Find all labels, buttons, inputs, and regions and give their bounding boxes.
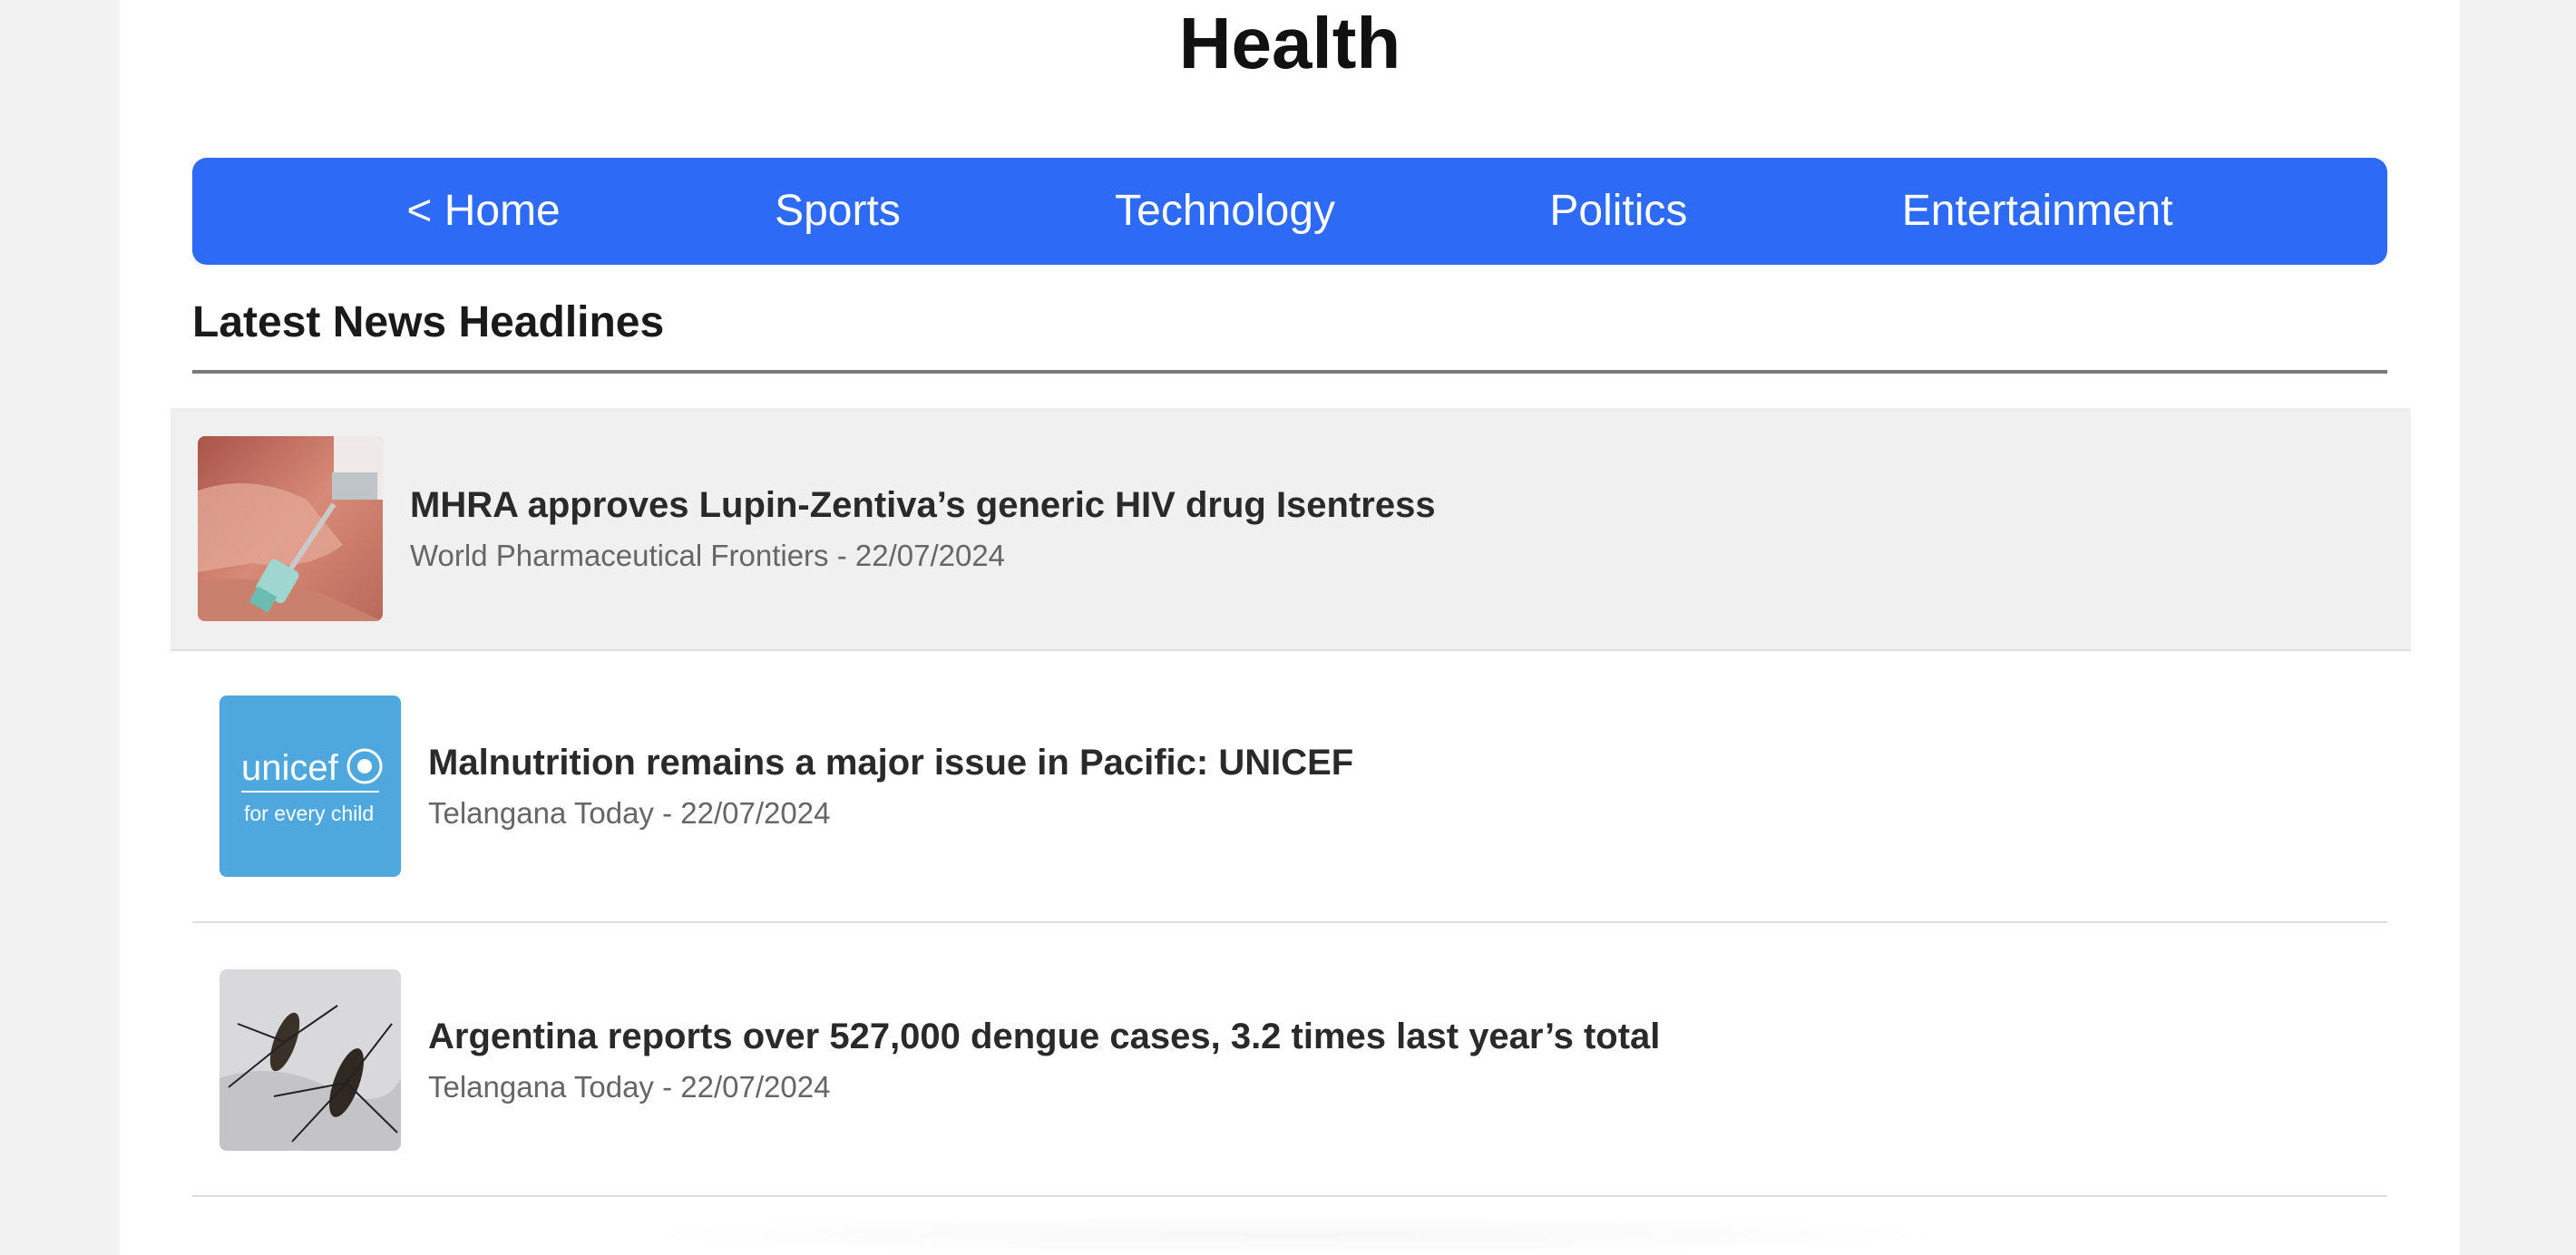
news-meta: Telangana Today - 22/07/2024	[428, 796, 831, 830]
news-thumbnail-syringe[interactable]	[198, 436, 383, 621]
nav-item-entertainment[interactable]: Entertainment	[1902, 184, 2173, 238]
category-nav: < Home Sports Technology Politics Entert…	[192, 158, 2387, 265]
unicef-logo-text: unicef	[241, 748, 339, 788]
news-text: Malnutrition remains a major issue in Pa…	[428, 739, 1353, 833]
news-headline[interactable]: Malnutrition remains a major issue in Pa…	[428, 739, 1353, 786]
news-item[interactable]: MHRA approves Lupin-Zentiva’s generic HI…	[171, 408, 2411, 651]
unicef-logo-tagline: for every child	[244, 802, 374, 825]
syringe-vial-image	[198, 436, 383, 621]
news-meta: Telangana Today - 22/07/2024	[428, 1070, 831, 1104]
mosquito-image	[220, 969, 401, 1151]
news-thumbnail-mosquito[interactable]	[220, 969, 401, 1151]
news-headline[interactable]: Argentina reports over 527,000 dengue ca…	[428, 1013, 1660, 1060]
page-container: Health < Home Sports Technology Politics…	[120, 0, 2460, 1255]
news-text: MHRA approves Lupin-Zentiva’s generic HI…	[410, 482, 1436, 576]
news-headline[interactable]: MHRA approves Lupin-Zentiva’s generic HI…	[410, 482, 1436, 529]
section-divider	[192, 370, 2387, 374]
news-meta: World Pharmaceutical Frontiers - 22/07/2…	[410, 539, 1006, 572]
nav-item-sports[interactable]: Sports	[775, 184, 901, 238]
bottom-fade	[610, 1215, 1970, 1255]
nav-item-technology[interactable]: Technology	[1115, 184, 1335, 238]
section-title: Latest News Headlines	[192, 298, 665, 346]
news-text: Argentina reports over 527,000 dengue ca…	[428, 1013, 1660, 1107]
news-item[interactable]: Argentina reports over 527,000 dengue ca…	[192, 925, 2387, 1197]
nav-item-politics[interactable]: Politics	[1549, 184, 1687, 238]
nav-item-home[interactable]: < Home	[406, 184, 560, 238]
unicef-logo-image: unicef for every child	[220, 696, 401, 877]
news-thumbnail-unicef[interactable]: unicef for every child	[220, 696, 401, 877]
news-item[interactable]: unicef for every child Malnutrition rema…	[192, 651, 2387, 923]
page-title: Health	[1178, 3, 1401, 83]
